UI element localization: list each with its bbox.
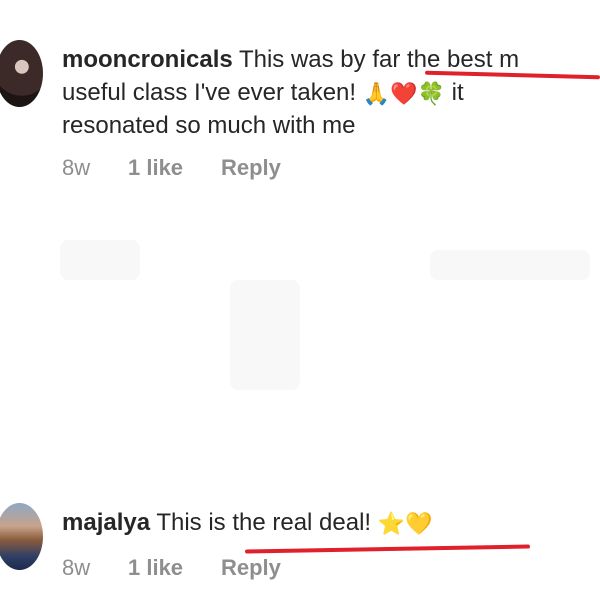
yellow-heart-emoji: 💛: [405, 510, 433, 536]
comment-body: majalya This is the real deal! ⭐💛: [62, 506, 433, 539]
red-heart-emoji: ❤️: [390, 80, 418, 106]
comment-meta: 8w 1 like Reply: [62, 555, 281, 581]
comment-meta: 8w 1 like Reply: [62, 155, 281, 181]
comment-age: 8w: [62, 155, 91, 180]
comment-text: This was by far the best m: [238, 46, 520, 73]
likes-count[interactable]: 1 like: [128, 555, 221, 581]
reply-button[interactable]: Reply: [221, 555, 281, 581]
comment-text: resonated so much with me: [62, 112, 356, 139]
avatar[interactable]: [0, 40, 43, 107]
comment-text: This is the real deal!: [156, 509, 372, 536]
folded-hands-emoji: 🙏: [362, 80, 391, 106]
faded-background-graphic: [430, 250, 590, 280]
comment-text: it: [451, 79, 464, 106]
username[interactable]: mooncronicals: [62, 46, 233, 73]
likes-count[interactable]: 1 like: [128, 155, 221, 181]
comment-age: 8w: [62, 555, 91, 580]
reply-button[interactable]: Reply: [221, 155, 281, 181]
avatar[interactable]: [0, 503, 43, 570]
faded-background-graphic: [230, 280, 300, 390]
faded-background-graphic: [60, 240, 140, 280]
four-leaf-clover-emoji: 🍀: [417, 80, 445, 106]
star-emoji: ⭐: [377, 510, 406, 536]
red-underline-annotation: [244, 544, 531, 554]
comment-text: useful class I've ever taken!: [62, 79, 357, 106]
comment-body: mooncronicals This was by far the best m…: [62, 43, 519, 142]
username[interactable]: majalya: [62, 509, 150, 536]
